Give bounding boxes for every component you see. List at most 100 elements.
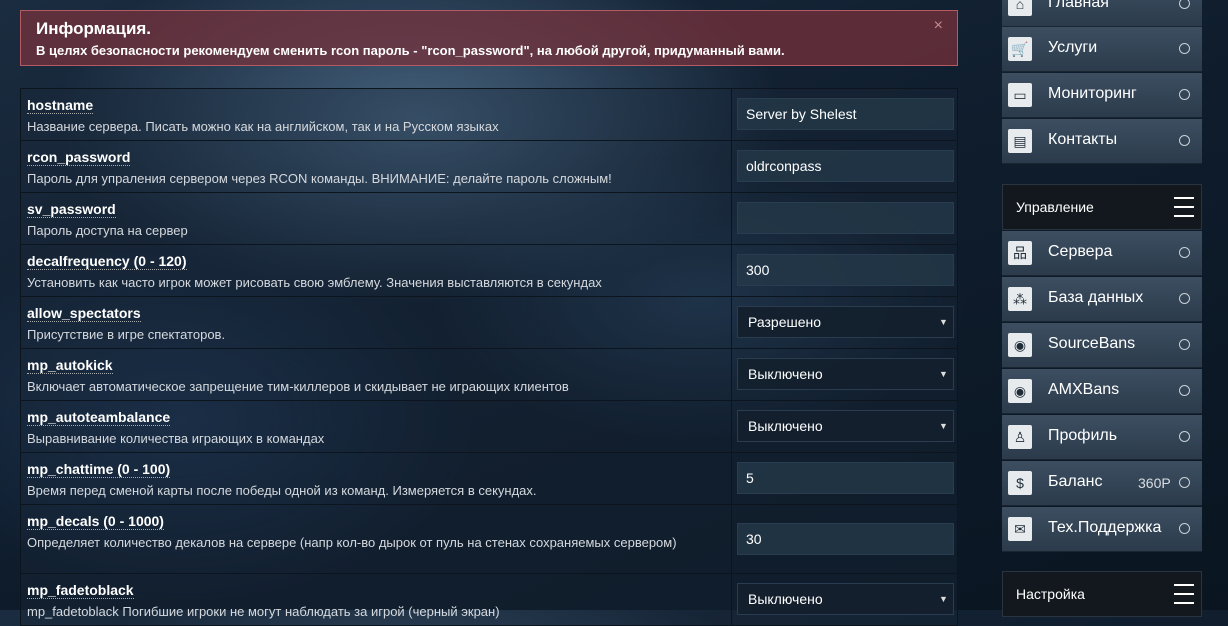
sidebar-section-header: Настройка: [1002, 571, 1202, 617]
sidebar-item[interactable]: ⁂ База данных: [1002, 277, 1202, 322]
sidebar-item[interactable]: ⌂ Главная: [1002, 0, 1202, 27]
setting-name: mp_fadetoblack: [27, 582, 134, 599]
setting-label-cell: rcon_password Пароль для упраления сервер…: [21, 141, 732, 192]
sidebar-item[interactable]: 品 Сервера: [1002, 231, 1202, 276]
menu-icon[interactable]: [1174, 584, 1194, 604]
setting-label-cell: mp_autokick Включает автоматическое запре…: [21, 349, 732, 400]
setting-name: hostname: [27, 97, 94, 114]
setting-description: Пароль для упраления сервером через RCON…: [27, 171, 612, 186]
circle-icon: [1179, 431, 1190, 442]
circle-icon: [1179, 477, 1190, 488]
sidebar-item[interactable]: ▭ Мониторинг: [1002, 73, 1202, 118]
setting-row: mp_autoteambalance Выравнивание количеств…: [20, 401, 958, 453]
setting-input[interactable]: [737, 254, 954, 286]
sidebar-item-label: База данных: [1048, 289, 1144, 306]
setting-row: decalfrequency (0 - 120) Установить как ч…: [20, 245, 958, 297]
setting-row: mp_autokick Включает автоматическое запре…: [20, 349, 958, 401]
setting-description: Включает автоматическое запрещение тим-к…: [27, 379, 569, 394]
sidebar-item-label: Услуги: [1048, 39, 1098, 56]
sidebar-item-label: Профиль: [1048, 427, 1118, 444]
setting-row: hostname Название сервера. Писать можно к…: [20, 89, 958, 141]
alert-text: В целях безопасности рекомендуем сменить…: [36, 43, 785, 58]
sidebar-item-label: Сервера: [1048, 243, 1113, 260]
circle-icon: [1179, 89, 1190, 100]
database-icon: ⁂: [1008, 287, 1032, 311]
server-settings-table: hostname Название сервера. Писать можно к…: [20, 88, 958, 626]
servers-icon: 品: [1008, 241, 1032, 265]
setting-name: mp_autokick: [27, 357, 113, 374]
circle-icon: [1179, 523, 1190, 534]
close-icon[interactable]: ×: [934, 17, 943, 35]
setting-name: mp_autoteambalance: [27, 409, 171, 426]
setting-description: Название сервера. Писать можно как на ан…: [27, 119, 499, 134]
setting-label-cell: mp_autoteambalance Выравнивание количеств…: [21, 401, 732, 452]
setting-name: mp_decals (0 - 1000): [27, 513, 164, 530]
setting-input[interactable]: [737, 202, 954, 234]
sidebar-item[interactable]: ✉ Тех.Поддержка: [1002, 507, 1202, 552]
setting-label-cell: sv_password Пароль доступа на сервер: [21, 193, 732, 244]
setting-name: decalfrequency (0 - 120): [27, 253, 187, 270]
setting-input[interactable]: [737, 98, 954, 130]
sidebar-item[interactable]: ◉ SourceBans: [1002, 323, 1202, 368]
setting-description: Определяет количество декалов на сервере…: [27, 535, 677, 550]
sidebar-item-label: Тех.Поддержка: [1048, 519, 1162, 536]
setting-label-cell: mp_decals (0 - 1000) Определяет количеств…: [21, 505, 732, 573]
alert-title: Информация.: [36, 19, 152, 38]
sidebar-item-label: SourceBans: [1048, 335, 1136, 352]
setting-input[interactable]: [737, 462, 954, 494]
sidebar-item[interactable]: 🛒 Услуги: [1002, 27, 1202, 72]
setting-label-cell: mp_chattime (0 - 100) Время перед сменой …: [21, 453, 732, 504]
sidebar-item-label: Контакты: [1048, 131, 1118, 148]
setting-label-cell: allow_spectators Присутствие в игре спект…: [21, 297, 732, 348]
monitor-icon: ▭: [1008, 83, 1032, 107]
contacts-icon: ▤: [1008, 129, 1032, 153]
setting-name: sv_password: [27, 201, 116, 218]
setting-row: mp_fadetoblack mp_fadetoblack Погибшие иг…: [20, 574, 958, 626]
sidebar-item-label: Баланс: [1048, 473, 1103, 490]
setting-select[interactable]: Выключено: [737, 358, 954, 390]
setting-description: Пароль доступа на сервер: [27, 223, 188, 238]
setting-description: Время перед сменой карты после победы од…: [27, 483, 537, 498]
circle-icon: [1179, 43, 1190, 54]
setting-select[interactable]: Выключено: [737, 410, 954, 442]
setting-row: mp_chattime (0 - 100) Время перед сменой …: [20, 453, 958, 505]
setting-label-cell: decalfrequency (0 - 120) Установить как ч…: [21, 245, 732, 296]
sourcebans-icon: ◉: [1008, 333, 1032, 357]
setting-select[interactable]: Выключено: [737, 583, 954, 615]
menu-icon[interactable]: [1174, 197, 1194, 217]
setting-select[interactable]: Разрешено: [737, 306, 954, 338]
home-icon: ⌂: [1008, 0, 1032, 16]
setting-row: mp_decals (0 - 1000) Определяет количеств…: [20, 505, 958, 574]
cart-icon: 🛒: [1008, 37, 1032, 61]
sidebar-item[interactable]: ◉ AMXBans: [1002, 369, 1202, 414]
balance-amount: 360Р: [1138, 475, 1171, 491]
balance-icon: $: [1008, 471, 1032, 495]
setting-row: allow_spectators Присутствие в игре спект…: [20, 297, 958, 349]
sidebar-item-label: Мониторинг: [1048, 85, 1137, 102]
setting-input[interactable]: [737, 523, 954, 555]
circle-icon: [1179, 0, 1190, 9]
sidebar-item-label: AMXBans: [1048, 381, 1120, 398]
setting-description: Присутствие в игре спектаторов.: [27, 327, 226, 342]
setting-label-cell: hostname Название сервера. Писать можно к…: [21, 89, 732, 140]
circle-icon: [1179, 293, 1190, 304]
sidebar-item[interactable]: $ Баланс 360Р: [1002, 461, 1202, 506]
setting-row: sv_password Пароль доступа на сервер: [20, 193, 958, 245]
circle-icon: [1179, 247, 1190, 258]
setting-name: rcon_password: [27, 149, 131, 166]
sidebar-section-title: Настройка: [1016, 586, 1085, 602]
setting-name: allow_spectators: [27, 305, 141, 322]
sidebar-item[interactable]: ♙ Профиль: [1002, 415, 1202, 460]
setting-row: rcon_password Пароль для упраления сервер…: [20, 141, 958, 193]
profile-icon: ♙: [1008, 425, 1032, 449]
amxbans-icon: ◉: [1008, 379, 1032, 403]
sidebar-item-label: Главная: [1048, 0, 1109, 11]
setting-description: mp_fadetoblack Погибшие игроки не могут …: [27, 604, 500, 619]
setting-description: Установить как часто игрок может рисоват…: [27, 275, 602, 290]
sidebar-item[interactable]: ▤ Контакты: [1002, 119, 1202, 164]
circle-icon: [1179, 385, 1190, 396]
circle-icon: [1179, 339, 1190, 350]
setting-description: Выравнивание количества играющих в коман…: [27, 431, 325, 446]
setting-input[interactable]: [737, 150, 954, 182]
setting-name: mp_chattime (0 - 100): [27, 461, 171, 478]
